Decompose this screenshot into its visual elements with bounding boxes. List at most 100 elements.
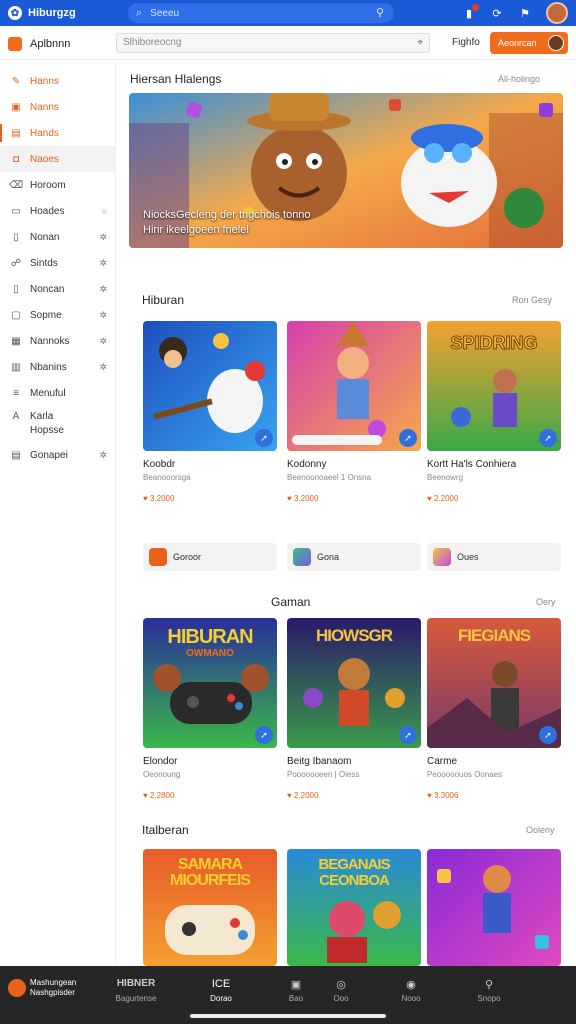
chat-icon: ◘ <box>12 153 20 165</box>
sidebar-item-12[interactable]: ▥ Nbanins ✲ <box>0 354 115 380</box>
game-card[interactable]: SAMARA MIOURFEIS <box>143 849 277 966</box>
refresh-icon[interactable]: ⟳ <box>490 6 504 20</box>
sidebar-item-10[interactable]: ▢ Sopme ✲ <box>0 302 115 328</box>
home-indicator[interactable] <box>190 1014 386 1018</box>
game-price: ♥ 3.2000 <box>143 494 175 503</box>
game-title: Kodonny <box>287 459 327 470</box>
play-badge-icon: ➚ <box>539 726 557 744</box>
play-badge-icon: ➚ <box>255 429 273 447</box>
flag-icon[interactable]: ⚑ <box>518 6 532 20</box>
game-thumbnail: BEGANAIS CEONBOA <box>287 849 421 966</box>
file-icon: ▤ <box>11 449 21 461</box>
category-chip[interactable]: Oues <box>427 543 561 571</box>
game-subtitle: Pooooooeen | Oiess <box>287 770 360 779</box>
sidebar-item-9[interactable]: ▯ Noncan ✲ <box>0 276 115 302</box>
nav-video[interactable]: ▣ Bao <box>273 978 319 1003</box>
chip-label: Gona <box>317 552 340 562</box>
thumbnail-art <box>437 865 549 949</box>
category-chip[interactable]: Gona <box>287 543 421 571</box>
game-card[interactable]: SPIDRING ➚ Kortt Ha'ls Conhiera Beenowrg… <box>427 321 561 503</box>
game-card[interactable]: ➚ Kodonny Beenoonoaeel 1 Onsna ♥ 3.2000 <box>287 321 421 503</box>
game-card[interactable] <box>427 849 561 966</box>
mic-icon[interactable]: ⚲ <box>376 6 384 19</box>
top-search-input[interactable]: ⌕ Seeeu ⚲ <box>128 3 394 23</box>
top-search-placeholder: Seeeu <box>150 7 180 19</box>
tag-icon: ⌫ <box>8 179 24 191</box>
settings-icon: ✲ <box>99 361 107 372</box>
section2-see-more[interactable]: Oery <box>536 597 556 607</box>
section2-title: Gaman <box>271 595 311 609</box>
menu-icon: ≡ <box>13 387 19 399</box>
chip-label: Oues <box>457 552 479 562</box>
app-logo-icon[interactable]: ✿ <box>8 6 22 20</box>
app-search-input[interactable]: Slhiboreocng ⌖ <box>116 33 430 53</box>
sidebar-item-7[interactable]: ▯ Nonan ✲ <box>0 224 115 250</box>
game-thumbnail: ➚ <box>143 321 277 451</box>
sidebar-item-1[interactable]: ✎ Hanns <box>0 68 115 94</box>
game-thumbnail: SAMARA MIOURFEIS <box>143 849 277 966</box>
sidebar-item-15[interactable]: ▤ Gonapei ✲ <box>0 442 115 468</box>
nav-circle[interactable]: ◉ Nooo <box>388 978 434 1003</box>
thumbnail-art <box>327 901 401 963</box>
game-card[interactable]: HIOWSGR ➚ Beitg Ibanaom Pooooooeen | Oie… <box>287 618 421 800</box>
settings-icon: ✲ <box>99 257 107 268</box>
doc-icon: ▯ <box>13 231 19 243</box>
game-thumbnail: ➚ <box>287 321 421 451</box>
brand-line-1: Mashungean <box>30 978 77 987</box>
sidebar-item-label: Nbanins <box>30 361 67 373</box>
scan-icon[interactable]: ⌖ <box>417 37 423 48</box>
sidebar-item-3[interactable]: ▤ Hands <box>0 120 115 146</box>
sidebar-item-label: Naoes <box>30 153 59 165</box>
sidebar-item-8[interactable]: ☍ Sintds ✲ <box>0 250 115 276</box>
nav-label: Nooo <box>401 994 421 1003</box>
nav-search[interactable]: ◎ Ooo <box>318 978 364 1003</box>
header-link[interactable]: Fighfo <box>452 37 480 48</box>
game-card[interactable]: HIBURAN OWMANO ➚ Elondor Oeonoung ♥ 2.28… <box>143 618 277 800</box>
nav-label: Dorao <box>210 994 232 1003</box>
sidebar-item-2[interactable]: ▣ Nanns <box>0 94 115 120</box>
bottom-brand-text: Mashungean Nashgpisder <box>30 978 76 998</box>
settings-icon: ✲ <box>99 449 107 460</box>
hero-banner[interactable]: NiocksGecleng der tngchois tonno Hinr ik… <box>129 93 563 248</box>
play-badge-icon: ➚ <box>399 726 417 744</box>
section1-see-more[interactable]: Ron Gesy <box>512 295 552 305</box>
game-thumbnail: FIEGIANS ➚ <box>427 618 561 748</box>
account-button-label: Aeonrcan <box>498 38 537 48</box>
nav-profile[interactable]: ⚲ Snopo <box>466 978 512 1003</box>
settings-icon: ✲ <box>99 283 107 294</box>
sidebar-item-13[interactable]: ≡ Menuful <box>0 380 115 406</box>
sidebar-item-4[interactable]: ◘ Naoes <box>0 146 115 172</box>
user-avatar[interactable] <box>546 2 568 24</box>
sidebar-item-11[interactable]: ▦ Nannoks ✲ <box>0 328 115 354</box>
nav-home[interactable]: ICE Dorao <box>198 978 244 1003</box>
game-card[interactable]: BEGANAIS CEONBOA <box>287 849 421 966</box>
play-badge-icon: ➚ <box>539 429 557 447</box>
play-badge-icon: ➚ <box>399 429 417 447</box>
notification-icon[interactable]: ▮ <box>462 4 479 20</box>
game-price: ♥ 2.2000 <box>287 791 319 800</box>
bottom-brand[interactable]: Mashungean Nashgpisder <box>8 978 76 998</box>
game-card[interactable]: FIEGIANS ➚ Carme Peooooouos Oonaes ♥ 3.3… <box>427 618 561 800</box>
hero-see-all-link[interactable]: All-holingo <box>498 74 540 84</box>
game-card[interactable]: ➚ Koobdr Beanooorsga ♥ 3.2000 <box>143 321 277 503</box>
sidebar-item-6[interactable]: ▭ Hoades ○ <box>0 198 115 224</box>
category-chip[interactable]: Goroor <box>143 543 277 571</box>
sidebar-item-label: Nonan <box>30 231 60 243</box>
sidebar-item-5[interactable]: ⌫ Horoom <box>0 172 115 198</box>
game-title: Beitg Ibanaom <box>287 756 352 767</box>
game-thumbnail: HIBURAN OWMANO ➚ <box>143 618 277 748</box>
section3-see-more[interactable]: Ooleny <box>526 825 555 835</box>
brand-line-2: Nashgpisder <box>30 988 75 997</box>
account-button[interactable]: Aeonrcan <box>490 32 568 54</box>
sidebar-item-14[interactable]: A Karla Hopsse <box>0 406 115 442</box>
sidebar-item-label: Gonapei <box>30 449 68 461</box>
list-icon: ▭ <box>11 205 21 217</box>
sidebar: ✎ Hanns ▣ Nanns ▤ Hands ◘ Naoes ⌫ Horoom ▭ Hoa… <box>0 62 116 966</box>
grid-icon: ▣ <box>11 101 21 113</box>
price-value: 2.2000 <box>293 791 319 800</box>
active-indicator <box>0 124 2 142</box>
account-avatar <box>548 35 564 51</box>
calendar-icon: ▦ <box>11 335 21 347</box>
hero-section-title: Hiersan Hlalengs <box>130 72 222 86</box>
game-subtitle: Beenoonoaeel 1 Onsna <box>287 473 372 482</box>
